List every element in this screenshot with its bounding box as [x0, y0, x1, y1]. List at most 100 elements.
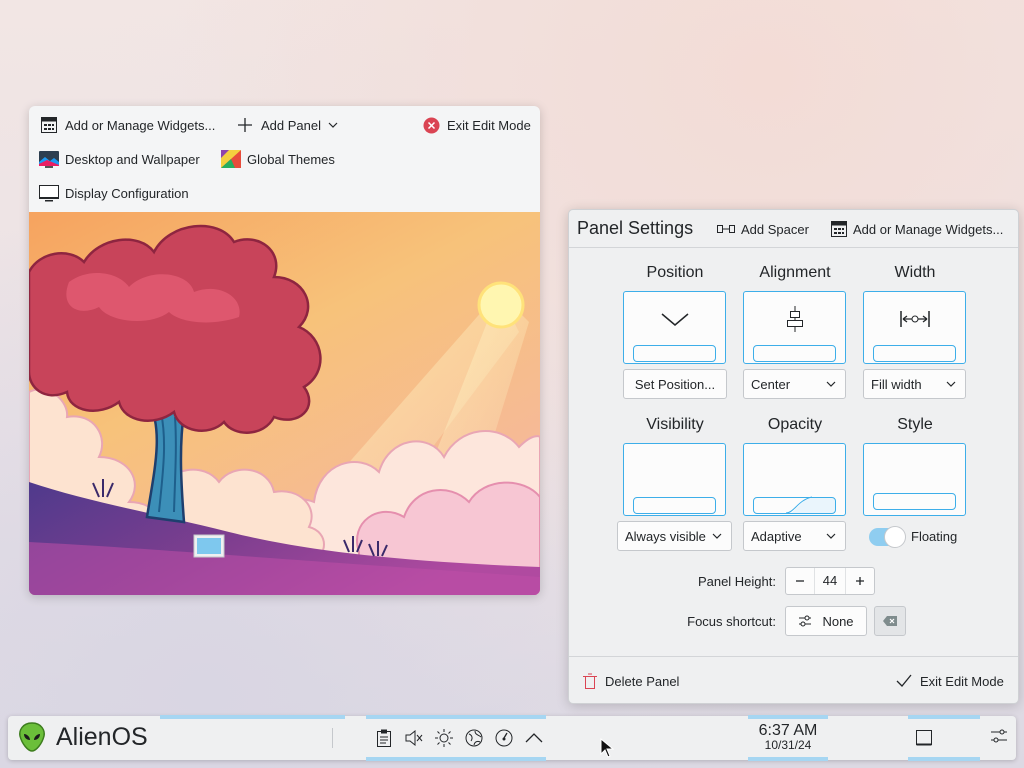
app-launcher[interactable]: AlienOS — [18, 722, 148, 752]
widgets-grid-icon — [831, 221, 847, 237]
global-themes-button[interactable]: Global Themes — [215, 145, 341, 173]
toolbar-row-2: Desktop and Wallpaper Global Themes — [29, 142, 540, 176]
set-position-label: Set Position... — [634, 376, 716, 392]
panel-spacer-highlight — [748, 715, 828, 719]
panel-spacer-highlight — [160, 715, 345, 719]
add-widgets-panel-button[interactable]: Add or Manage Widgets... — [831, 215, 1003, 243]
panel-height-label: Panel Height: — [697, 574, 776, 589]
display-configuration-button[interactable]: Display Configuration — [33, 179, 195, 207]
plus-icon[interactable] — [846, 568, 874, 594]
add-spacer-button[interactable]: Add Spacer — [717, 215, 809, 243]
focus-shortcut-button[interactable]: None — [785, 606, 867, 636]
chevron-down-icon — [945, 378, 957, 390]
panel-separator — [332, 728, 333, 748]
alignment-preview[interactable] — [743, 291, 846, 364]
minus-icon[interactable] — [786, 568, 814, 594]
desktop-edit-toolbar: Add or Manage Widgets... Add Panel Exit … — [29, 106, 540, 595]
add-widgets-button[interactable]: Add or Manage Widgets... — [33, 111, 221, 139]
panel-spacer-highlight — [908, 715, 980, 719]
opacity-curve-icon — [785, 496, 813, 514]
panel-height-spinbox[interactable]: 44 — [785, 567, 875, 595]
panel-spacer-highlight — [908, 757, 980, 761]
width-value: Fill width — [871, 376, 922, 392]
opacity-label: Opacity — [767, 416, 823, 433]
backspace-icon — [882, 615, 898, 627]
add-widgets-panel-label: Add or Manage Widgets... — [853, 221, 1004, 237]
global-themes-label: Global Themes — [247, 151, 335, 167]
taskbar-panel: AlienOS 6:37 AM 10/31/24 — [8, 715, 1016, 761]
visibility-preview[interactable] — [623, 443, 726, 516]
close-circle-icon — [421, 115, 441, 135]
desktop-wallpaper-button[interactable]: Desktop and Wallpaper — [33, 145, 206, 173]
panel-bar-preview — [633, 497, 716, 514]
mouse-cursor-icon — [600, 738, 614, 758]
opacity-value: Adaptive — [751, 528, 802, 544]
visibility-value: Always visible — [625, 528, 706, 544]
wallpaper-preview[interactable] — [29, 212, 540, 595]
alignment-label: Alignment — [759, 264, 831, 281]
set-position-button[interactable]: Set Position... — [623, 369, 727, 399]
alignment-select[interactable]: Center — [743, 369, 846, 399]
delete-panel-button[interactable]: Delete Panel — [583, 667, 679, 695]
panel-bar-preview — [873, 345, 956, 362]
visibility-label: Visibility — [646, 416, 704, 433]
width-select[interactable]: Fill width — [863, 369, 966, 399]
opacity-preview[interactable] — [743, 443, 846, 516]
align-center-icon — [744, 304, 845, 334]
trash-icon — [583, 673, 597, 689]
width-preview[interactable] — [863, 291, 966, 364]
width-label: Width — [894, 264, 936, 281]
panel-settings-dialog: Panel Settings Add Spacer Add or Manage … — [568, 209, 1019, 704]
monitor-icon — [39, 183, 59, 203]
visibility-select[interactable]: Always visible — [617, 521, 732, 551]
shortcut-config-icon — [798, 615, 812, 627]
position-preview[interactable] — [623, 291, 726, 364]
chevron-down-icon — [327, 119, 339, 131]
chevron-down-icon — [825, 378, 837, 390]
delete-panel-label: Delete Panel — [605, 673, 680, 689]
digital-clock[interactable]: 6:37 AM 10/31/24 — [748, 722, 828, 752]
floating-toggle[interactable] — [869, 526, 906, 548]
focus-shortcut-label: Focus shortcut: — [687, 614, 776, 629]
floating-label: Floating — [911, 529, 958, 544]
add-widgets-label: Add or Manage Widgets... — [65, 117, 216, 133]
wallpaper-icon — [39, 149, 59, 169]
fill-width-icon — [864, 304, 965, 334]
network-icon[interactable] — [464, 728, 484, 748]
position-label: Position — [646, 264, 704, 281]
add-spacer-label: Add Spacer — [741, 221, 809, 237]
widgets-grid-icon — [39, 115, 59, 135]
panel-configure-icon[interactable] — [990, 728, 1010, 748]
alien-logo-icon — [18, 722, 46, 752]
panel-spacer-highlight — [366, 757, 546, 761]
exit-edit-mode-button[interactable]: Exit Edit Mode — [415, 111, 537, 139]
panel-settings-title: Panel Settings — [577, 218, 694, 238]
opacity-select[interactable]: Adaptive — [743, 521, 846, 551]
checkmark-icon — [896, 674, 912, 688]
clipboard-icon[interactable] — [374, 728, 394, 748]
system-tray — [374, 728, 544, 748]
chevron-down-icon — [624, 304, 725, 334]
exit-edit-mode-footer-button[interactable]: Exit Edit Mode — [896, 667, 1004, 695]
toolbar-row-3: Display Configuration — [29, 176, 540, 210]
panel-spacer-highlight — [748, 757, 828, 761]
brightness-icon[interactable] — [434, 728, 454, 748]
plus-icon — [235, 115, 255, 135]
toggle-knob — [884, 526, 906, 548]
style-label: Style — [897, 416, 933, 433]
add-panel-button[interactable]: Add Panel — [229, 111, 345, 139]
toolbar-row-1: Add or Manage Widgets... Add Panel Exit … — [29, 108, 540, 142]
power-profile-icon[interactable] — [494, 728, 514, 748]
style-preview[interactable] — [863, 443, 966, 516]
panel-height-value[interactable]: 44 — [814, 568, 846, 594]
clock-date: 10/31/24 — [764, 738, 812, 752]
exit-edit-mode-label: Exit Edit Mode — [447, 117, 531, 133]
volume-muted-icon[interactable] — [404, 728, 424, 748]
expand-tray-icon[interactable] — [524, 728, 544, 748]
focus-shortcut-value: None — [822, 613, 854, 629]
clock-time: 6:37 AM — [758, 722, 818, 739]
clear-shortcut-button[interactable] — [874, 606, 906, 636]
spacer-icon — [717, 223, 735, 235]
panel-bar-preview — [753, 345, 836, 362]
show-desktop-icon[interactable] — [914, 728, 934, 748]
